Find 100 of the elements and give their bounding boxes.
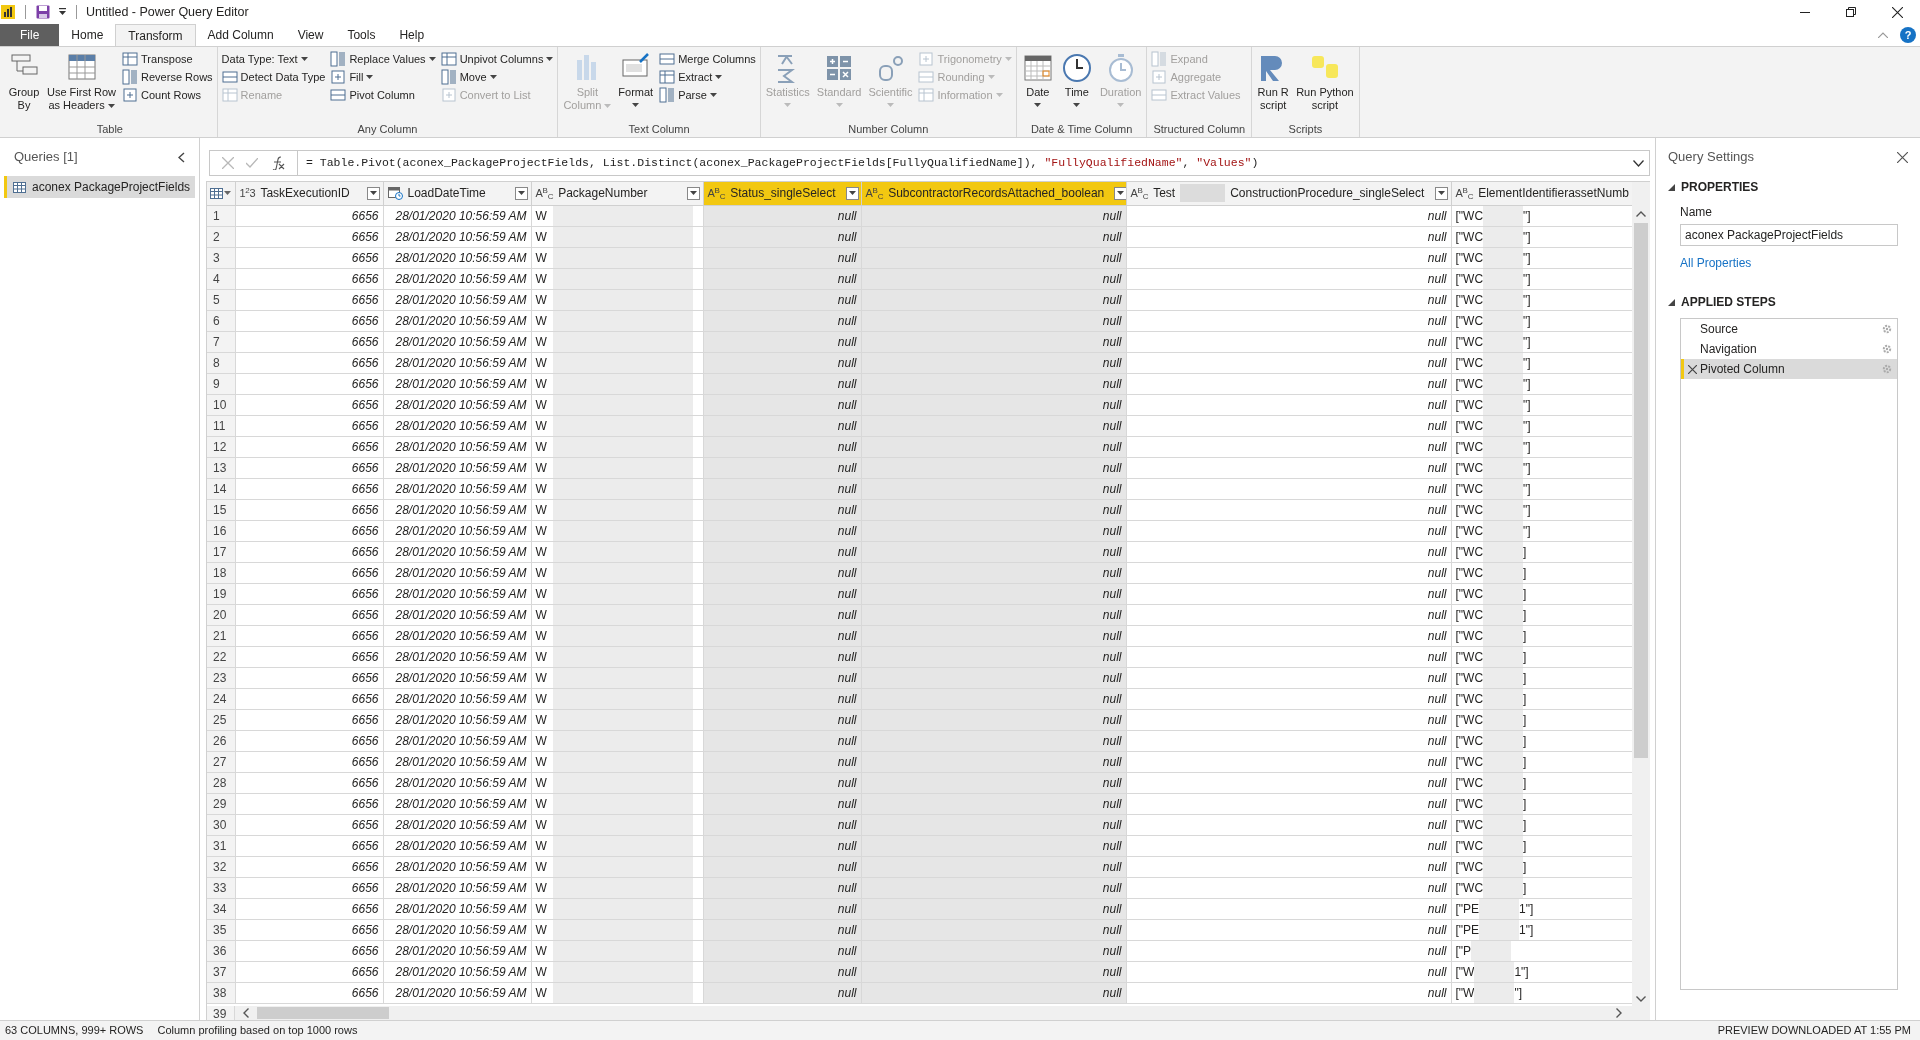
row-number: 21 (207, 625, 235, 646)
table-cell-text: null (1102, 711, 1122, 729)
table-cell-text: "] (1523, 270, 1531, 288)
ribbon-tab[interactable]: Tools (335, 24, 388, 46)
table-cell-text: null (1427, 459, 1447, 477)
column-header[interactable]: 1$^{2}$3 TaskExecutionID (235, 182, 383, 205)
type-label[interactable]: 1$^{2}$3 (239, 188, 256, 199)
table-cell-text: ["WC (1455, 606, 1484, 624)
file-tab[interactable]: File (0, 24, 60, 46)
table-cell-text: "] (1523, 333, 1531, 351)
ribbon-button[interactable]: Data Type: Text (221, 51, 326, 67)
ribbon-button[interactable]: Run Python script (1293, 51, 1357, 121)
ribbon-button[interactable]: Detect Data Type (221, 69, 326, 85)
ribbon-tab[interactable]: Help (387, 24, 437, 46)
table-cell-text: ["WC (1455, 522, 1484, 540)
column-header[interactable]: A$^{B}$$_{C}$ Status_singleSelect (703, 182, 861, 205)
table-cell-text: ] (1523, 879, 1527, 897)
table-cell-text: W (535, 795, 547, 813)
row-number: 33 (207, 877, 235, 898)
ribbon-button[interactable]: Use First Row as Headers (44, 51, 120, 121)
table-cell-text: 28/01/2020 10:56:59 AM (395, 606, 527, 624)
table-cell-text: "] (1523, 291, 1531, 309)
name-field[interactable]: aconex PackageProjectFields (1680, 224, 1898, 246)
table-cell-text: ["WC (1455, 396, 1484, 414)
table-cell-text: ["WC (1455, 375, 1484, 393)
column-header[interactable]: A$^{B}$$_{C}$ SubcontractorRecordsAttached_boolean (861, 182, 1126, 205)
table-cell-text: null (1102, 417, 1122, 435)
ribbon-tab[interactable]: View (285, 24, 336, 46)
ribbon-button[interactable]: Fill (330, 69, 436, 85)
table-cell-text: W (535, 375, 547, 393)
ribbon-button[interactable]: Parse (659, 87, 756, 103)
table-cell-text: null (1427, 711, 1447, 729)
table-cell-text: null (1102, 291, 1122, 309)
group-label: Scripts (1287, 122, 1324, 137)
table-cell-text: W (535, 858, 547, 876)
table-cell-text: ] (1523, 816, 1527, 834)
table-cell-text: null (837, 690, 857, 708)
row-number: 32 (207, 856, 235, 877)
ribbon-button[interactable]: Merge Columns (659, 51, 756, 67)
table-cell-text: null (837, 711, 857, 729)
table-cell-text: null (1102, 921, 1122, 939)
table-cell-text: W (535, 312, 547, 330)
table-cell-text: null (1102, 816, 1122, 834)
table-cell-text: 28/01/2020 10:56:59 AM (395, 459, 527, 477)
row-number: 9 (207, 373, 235, 394)
table-cell-text: W (535, 627, 547, 645)
table-cell-text: ["WC (1455, 627, 1484, 645)
ribbon-button[interactable]: Transpose (122, 51, 213, 67)
table-cell-text: ["WC (1455, 354, 1484, 372)
column-header[interactable]: A$^{B}$$_{C}$ PackageNumber (531, 182, 703, 205)
table-cell-text: 28/01/2020 10:56:59 AM (395, 795, 527, 813)
table-cell-text: 28/01/2020 10:56:59 AM (395, 438, 527, 456)
table-cell-text: null (837, 270, 857, 288)
table-cell-text: "] (1523, 354, 1531, 372)
ribbon-button[interactable]: Reverse Rows (122, 69, 213, 85)
table-cell-text: ["W (1455, 984, 1475, 1002)
table-cell-text: null (837, 228, 857, 246)
ribbon-tab[interactable]: Add Column (195, 24, 286, 46)
table-cell-text: null (837, 312, 857, 330)
table-cell-text: W (535, 648, 547, 666)
table-cell-text: null (837, 648, 857, 666)
query-item[interactable]: aconex PackageProjectFields (4, 176, 195, 198)
table-cell-text: null (837, 333, 857, 351)
table-cell-text: "] (1523, 480, 1531, 498)
applied-step[interactable]: Pivoted Column (1681, 359, 1897, 379)
ribbon-button[interactable]: Run R script (1254, 51, 1293, 121)
table-cell-text: ["WC (1455, 858, 1484, 876)
ribbon-button[interactable]: Move (440, 69, 554, 85)
table-cell-text: null (1427, 732, 1447, 750)
table-cell-text: null (1427, 270, 1447, 288)
ribbon-button[interactable]: Count Rows (122, 87, 213, 103)
table-cell-text: ["WC (1455, 207, 1484, 225)
table-cell-text: null (837, 879, 857, 897)
column-header[interactable]: A$^{B}$$_{C}$ Test ConstructionProcedure_singleSelect (1126, 182, 1451, 205)
column-header[interactable]: LoadDateTime (383, 182, 531, 205)
ribbon-tab[interactable]: Transform (115, 24, 196, 46)
applied-step[interactable]: Navigation (1681, 339, 1897, 359)
ribbon-button[interactable]: Replace Values (330, 51, 436, 67)
ribbon-button[interactable]: Time (1057, 51, 1096, 121)
ribbon-button[interactable]: Extract (659, 69, 756, 85)
all-properties-link[interactable]: All Properties (1680, 254, 1752, 272)
table-cell-text: W (535, 459, 547, 477)
table-cell-text: 6656 (351, 753, 379, 771)
column-header[interactable]: A$^{B}$$_{C}$ ElementIdentifierassetNumb (1451, 182, 1632, 205)
table-cell-text: 6656 (351, 585, 379, 603)
table-cell-text: 6656 (351, 669, 379, 687)
row-number: 2 (207, 226, 235, 247)
help-button[interactable]: ? (1900, 27, 1916, 43)
ribbon-button[interactable]: Group By (5, 51, 43, 121)
ribbon-tab[interactable]: Home (59, 24, 116, 46)
table-cell-text: 6656 (351, 879, 379, 897)
row-number: 27 (207, 751, 235, 772)
ribbon-button[interactable]: Date (1018, 51, 1057, 121)
table-cell-text: 28/01/2020 10:56:59 AM (395, 837, 527, 855)
ribbon-button[interactable]: Pivot Column (330, 87, 436, 103)
table-cell-text: null (1102, 522, 1122, 540)
applied-step[interactable]: Source (1681, 319, 1897, 339)
ribbon-button[interactable]: Unpivot Columns (440, 51, 554, 67)
ribbon-button[interactable]: Format (615, 51, 657, 121)
table-cell-text: null (1102, 879, 1122, 897)
